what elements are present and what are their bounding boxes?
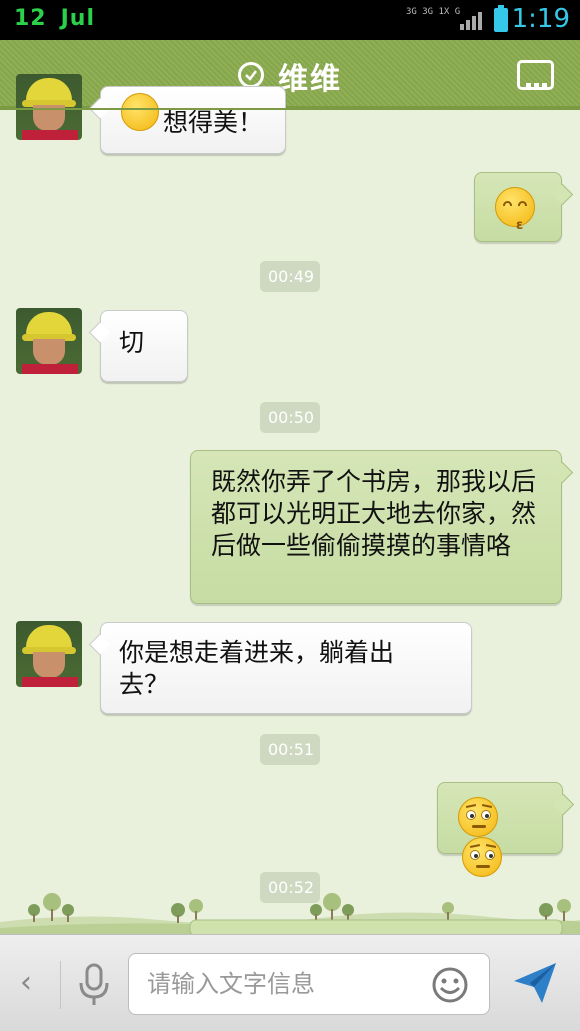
battery-icon [494,5,508,32]
message-input-bar: ‹ [0,934,580,1031]
status-date: 12 Jul [14,6,95,31]
message-input-field[interactable] [128,953,490,1015]
status-time: 1:19 [511,4,570,34]
message-text: 既然你弄了个书房，那我以后都可以光明正大地去你家，然后做一些偷偷摸摸的事情咯 [211,467,537,560]
message-text: 切 [119,328,145,357]
message-bubble-left[interactable]: 想得美！ [100,86,286,154]
chat-header: 维维 [0,40,580,108]
contact-avatar[interactable] [16,308,82,374]
status-month: Jul [60,6,96,31]
chat-title: 维维 [278,62,342,97]
status-day: 12 [14,6,47,31]
message-text: 你是想走着进来，躺着出去？ [119,638,395,699]
timestamp: 00:50 [260,402,320,433]
status-bar: 12 Jul 3G 3G 1X G 1:19 [0,0,580,40]
contact-avatar[interactable] [16,621,82,687]
more-dots-icon[interactable] [517,60,554,90]
send-arrow-icon[interactable] [512,961,558,1005]
message-bubble-right[interactable]: 既然你弄了个书房，那我以后都可以光明正大地去你家，然后做一些偷偷摸摸的事情咯 [190,450,562,604]
chevron-left-icon[interactable]: ‹ [20,965,32,1000]
shocked-emoji-icon [462,837,502,877]
check-circle-icon [238,62,264,88]
message-bubble-left[interactable]: 切 [100,310,188,382]
header-divider [0,108,580,110]
microphone-icon[interactable] [78,963,110,1007]
smiley-icon[interactable] [431,966,469,1004]
smile-emoji-icon [121,93,159,131]
network-type-indicator: 3G 3G 1X G [406,7,461,17]
message-bubble-left[interactable]: 你是想走着进来，躺着出去？ [100,622,472,714]
shocked-emoji-icon [458,797,498,837]
message-bubble-right[interactable]: ε [474,172,562,242]
contact-avatar[interactable] [16,74,82,140]
kiss-emoji-icon: ε [495,187,535,233]
timestamp: 00:51 [260,734,320,765]
message-input[interactable] [147,966,407,1002]
signal-strength-icon [460,12,482,30]
message-bubble-right[interactable] [437,782,563,877]
message-text: 想得美！ [163,108,264,137]
divider [60,961,61,1009]
timestamp: 00:49 [260,261,320,292]
landscape-decoration [0,893,580,936]
